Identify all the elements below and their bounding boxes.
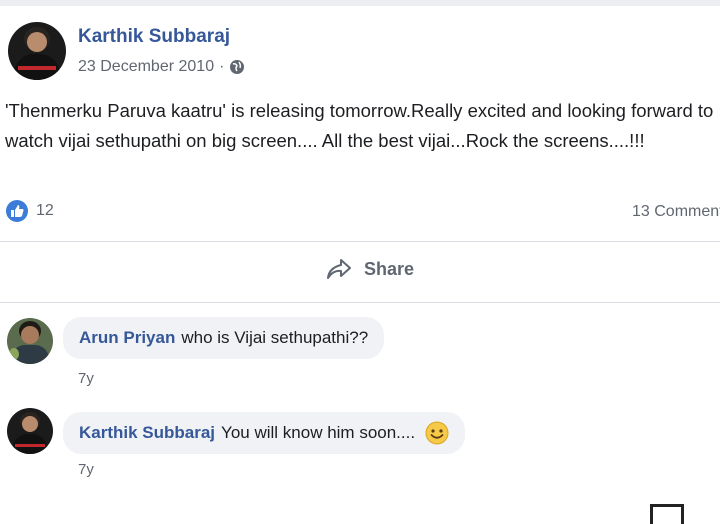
comment-bubble: Karthik Subbaraj You will know him soon.…	[63, 412, 466, 454]
comment-timestamp[interactable]: 7y	[78, 461, 94, 478]
comment-count[interactable]: 13 Comments	[632, 203, 720, 221]
reactions-summary[interactable]: 12	[6, 200, 54, 222]
comment-bubble: Arun Priyan who is Vijai sethupathi??	[63, 317, 385, 359]
share-button[interactable]: Share	[326, 258, 414, 280]
comment-avatar-karthik[interactable]	[7, 408, 53, 454]
comment-avatar-arun[interactable]	[7, 318, 53, 364]
comment-text: You will know him soon....	[221, 423, 416, 442]
meta-separator: ·	[219, 58, 225, 75]
share-arrow-icon	[327, 259, 351, 279]
post-date[interactable]: 23 December 2010	[78, 58, 214, 76]
globe-icon[interactable]	[229, 59, 245, 75]
post-author-avatar[interactable]	[8, 22, 66, 80]
share-label: Share	[364, 258, 415, 279]
like-icon	[6, 200, 28, 222]
divider-top	[0, 241, 720, 242]
overlay-corner-box	[650, 504, 684, 524]
comment-author[interactable]: Karthik Subbaraj	[79, 423, 215, 443]
post-meta: 23 December 2010 ·	[78, 58, 245, 76]
smiley-icon	[425, 421, 449, 445]
top-divider	[0, 0, 720, 6]
comment-timestamp[interactable]: 7y	[78, 370, 94, 387]
comment-text: who is Vijai sethupathi??	[181, 328, 369, 347]
divider-bottom	[0, 302, 720, 303]
post-text: 'Thenmerku Paruva kaatru' is releasing t…	[5, 100, 714, 151]
like-count: 12	[36, 202, 54, 219]
comment-author[interactable]: Arun Priyan	[79, 328, 175, 348]
post-author-name[interactable]: Karthik Subbaraj	[78, 26, 230, 48]
